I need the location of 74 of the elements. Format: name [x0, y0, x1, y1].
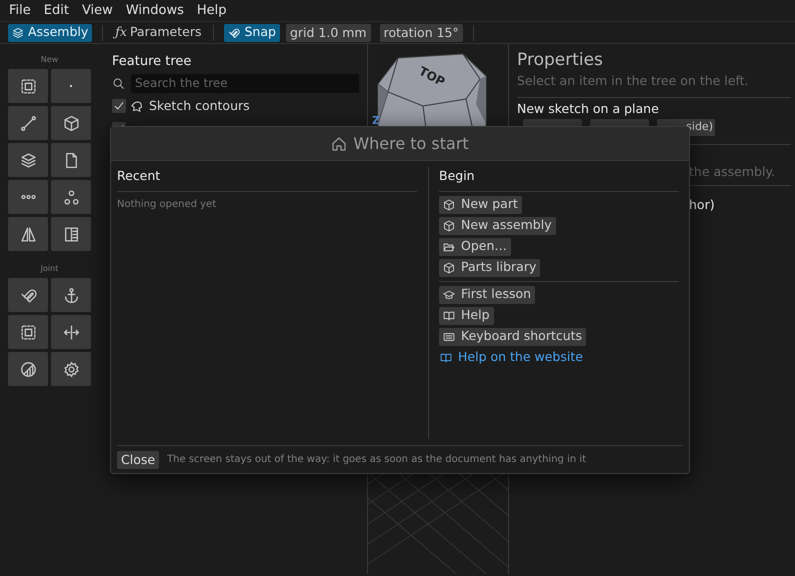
footer-note: The screen stays out of the way: it goes as soon as the document has anything in it — [167, 453, 586, 467]
cube-icon — [443, 198, 455, 211]
selection-icon — [20, 324, 36, 340]
group-label: Joint — [39, 263, 60, 275]
menu-item[interactable]: Windows — [126, 0, 184, 20]
cube-icon — [62, 114, 80, 132]
search-field[interactable]: Search the tree — [131, 74, 359, 92]
empty-message: Nothing opened yet — [117, 198, 218, 212]
shaded-circle-icon — [20, 360, 36, 378]
snap-toggle[interactable]: Snap — [224, 24, 280, 42]
grid-size-button[interactable]: grid 1.0 mm — [286, 24, 371, 42]
home-icon — [331, 136, 348, 152]
line-segment-icon — [20, 114, 36, 132]
graduation-cap-icon — [443, 288, 455, 301]
tool-button[interactable] — [51, 278, 91, 312]
mirror-icon — [20, 226, 36, 242]
section-title: hor) — [688, 196, 716, 214]
menu-item[interactable]: Edit — [44, 0, 69, 20]
layers-icon — [12, 26, 24, 38]
menu-item[interactable]: File — [9, 0, 31, 20]
panel-title: Properties — [517, 49, 604, 72]
tool-button[interactable] — [8, 69, 48, 103]
group-label: New — [40, 54, 60, 66]
tool-button[interactable] — [8, 106, 48, 140]
section-title: New sketch on a plane — [517, 100, 660, 118]
check-icon — [113, 100, 125, 112]
selection-icon — [20, 78, 36, 94]
tool-button[interactable] — [8, 143, 48, 177]
hint-text: Select an item in the tree on the left. — [517, 72, 791, 98]
tool-button[interactable] — [51, 217, 91, 251]
tool-button[interactable] — [51, 180, 91, 214]
menu-button[interactable]: New part — [439, 196, 522, 214]
link[interactable]: Help on the website — [439, 348, 584, 367]
checkbox-label: Sketch contours — [149, 96, 250, 115]
rotation-step-button[interactable]: rotation 15° — [380, 24, 463, 42]
tool-button[interactable] — [8, 278, 48, 312]
column-heading: Begin — [439, 167, 679, 192]
book-icon — [440, 352, 452, 364]
cube-icon — [443, 262, 455, 274]
parameters-button[interactable]: ƒx Parameters — [113, 24, 204, 42]
menu-button[interactable]: Parts library — [439, 258, 540, 277]
tool-button[interactable] — [8, 217, 48, 251]
tool-button[interactable] — [8, 315, 48, 349]
settings-icon — [62, 360, 80, 378]
mode-tab[interactable]: Assembly — [8, 24, 92, 42]
column-heading: Recent — [117, 167, 417, 192]
tool-button[interactable] — [51, 315, 91, 349]
layers-icon — [20, 152, 36, 168]
anchor-icon — [62, 286, 80, 304]
menu-button[interactable]: First lesson — [439, 286, 536, 304]
cube-icon — [443, 220, 455, 232]
folder-icon — [443, 240, 455, 253]
tool-button[interactable] — [8, 352, 48, 386]
menu-button[interactable]: Open… — [439, 238, 511, 256]
tool-button[interactable] — [51, 352, 91, 386]
tool-button[interactable] — [51, 143, 91, 177]
menu-item[interactable]: Help — [196, 0, 226, 20]
menu-button[interactable]: New assembly — [439, 216, 556, 235]
side-panel-icon — [62, 226, 80, 242]
keyboard-icon — [443, 330, 455, 343]
book-icon — [443, 310, 455, 322]
three-circles-icon — [20, 195, 36, 199]
horizontal-arrows-icon — [62, 324, 80, 340]
menu-item[interactable]: View — [82, 0, 113, 20]
menu-button[interactable]: Help — [439, 306, 494, 325]
checkbox[interactable] — [112, 99, 126, 113]
menu-button[interactable]: Keyboard shortcuts — [439, 328, 586, 346]
tool-button[interactable] — [51, 106, 91, 140]
panel-title: Feature tree — [112, 53, 192, 70]
axis-label: Z — [372, 114, 380, 127]
search-icon — [112, 76, 125, 90]
close-button[interactable]: Close — [117, 450, 160, 468]
circles-triangle-icon — [62, 188, 80, 206]
tool-button[interactable] — [8, 180, 48, 214]
